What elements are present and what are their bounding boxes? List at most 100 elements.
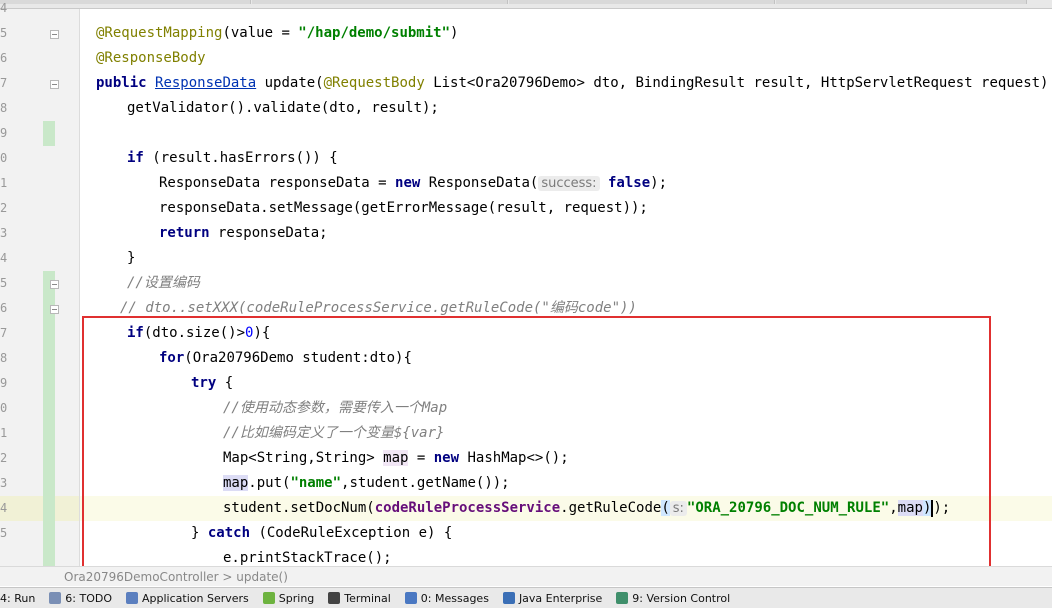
- keyword: false: [608, 175, 651, 191]
- line-number: 4: [0, 251, 8, 265]
- code-text: update(: [256, 75, 324, 91]
- parameter-hint: success:: [538, 176, 600, 191]
- editor-gutter: [0, 9, 80, 566]
- code-line: responseData.setMessage(getErrorMessage(…: [80, 196, 1052, 221]
- code-line: if(dto.size()>0){: [80, 321, 1052, 346]
- code-text: (value =: [222, 25, 299, 41]
- code-line: if (result.hasErrors()) {: [80, 146, 1052, 171]
- editor-tab[interactable]: [0, 0, 251, 4]
- line-number: 7: [0, 326, 8, 340]
- todo-icon: [49, 592, 62, 604]
- code-text: Map<String,String>: [223, 450, 384, 466]
- code-text: ResponseData responseData =: [159, 175, 396, 191]
- code-text: responseData;: [209, 225, 328, 241]
- line-number: 9: [0, 126, 8, 140]
- fold-marker-icon[interactable]: [50, 305, 59, 314]
- code-text: (result.hasErrors()) {: [143, 150, 338, 166]
- line-number: 5: [0, 526, 8, 540]
- toolwindow-todo[interactable]: 6: TODO: [49, 592, 112, 605]
- version-control-icon: [616, 592, 629, 604]
- line-number: 1: [0, 176, 8, 190]
- code-text: List<Ora20796Demo> dto, BindingResult re…: [424, 75, 1052, 91]
- toolwindow-terminal[interactable]: Terminal: [328, 592, 391, 605]
- keyword: new: [395, 175, 421, 191]
- code-line: public ResponseData update(@RequestBody …: [80, 71, 1052, 96]
- comment: //比如编码定义了一个变量${var}: [223, 425, 445, 441]
- keyword: return: [159, 225, 210, 241]
- toolwindow-java-enterprise[interactable]: Java Enterprise: [502, 591, 603, 605]
- code-text: );: [933, 500, 951, 516]
- toolwindow-messages[interactable]: 0: Messages: [404, 592, 489, 605]
- variable-usage: map: [223, 475, 249, 491]
- line-number: 7: [0, 76, 8, 90]
- line-number: 0: [0, 401, 8, 415]
- breadcrumb-text[interactable]: Ora20796DemoController > update(): [64, 570, 288, 584]
- code-editor[interactable]: @RequestMapping(value = "/hap/demo/submi…: [80, 21, 1052, 571]
- breadcrumb[interactable]: Ora20796DemoController > update(): [0, 566, 1052, 586]
- code-text: );: [650, 175, 668, 191]
- code-line: return responseData;: [80, 221, 1052, 246]
- keyword: try: [191, 375, 217, 391]
- keyword: for: [159, 350, 185, 366]
- line-number: 0: [0, 151, 8, 165]
- string-literal: "name": [290, 475, 342, 491]
- line-number: 4: [0, 1, 8, 15]
- toolwindow-label: Java Enterprise: [518, 591, 603, 605]
- code-text: {: [216, 375, 234, 391]
- line-number: 1: [0, 426, 8, 440]
- toolwindow-label: 6: TODO: [65, 591, 113, 605]
- keyword: catch: [207, 525, 251, 541]
- keyword: if: [127, 325, 144, 341]
- code-line: Map<String,String> map = new HashMap<>()…: [80, 446, 1052, 471]
- toolwindow-server[interactable]: Application Servers: [126, 592, 249, 605]
- code-text: responseData.setMessage(getErrorMessage(…: [159, 200, 648, 216]
- code-text: student.setDocNum(: [223, 500, 375, 516]
- code-text: .getRuleCode: [560, 500, 662, 516]
- line-number: 4: [0, 501, 8, 515]
- code-text: (Ora20796Demo student:dto){: [184, 350, 412, 366]
- gutter-caret-line: [0, 496, 80, 521]
- code-text: ResponseData(: [420, 175, 539, 191]
- terminal-icon: [328, 592, 341, 604]
- toolwindow-label: 9: Version Control: [632, 591, 731, 605]
- toolwindow-spring[interactable]: Spring: [262, 592, 314, 605]
- code-text: }: [127, 250, 136, 266]
- line-number: 6: [0, 301, 8, 315]
- code-text: HashMap<>();: [459, 450, 569, 466]
- toolwindow-label: Terminal: [344, 591, 391, 605]
- editor-tab[interactable]: [252, 0, 508, 4]
- spring-icon: [262, 592, 275, 604]
- code-text: =: [408, 450, 434, 466]
- code-line: getValidator().validate(dto, result);: [80, 96, 1052, 121]
- variable-usage: map: [897, 500, 923, 516]
- editor-tab[interactable]: [509, 0, 775, 4]
- toolwindow-label: 4: Run: [0, 591, 36, 605]
- fold-marker-icon[interactable]: [50, 30, 59, 39]
- fold-marker-icon[interactable]: [50, 280, 59, 289]
- line-number: 2: [0, 201, 8, 215]
- code-line: @RequestMapping(value = "/hap/demo/submi…: [80, 21, 1052, 46]
- code-text: ,: [889, 500, 898, 516]
- code-line: //设置编码: [80, 271, 1052, 296]
- toolwindow-run[interactable]: 4: Run: [0, 592, 35, 605]
- line-number: 2: [0, 451, 8, 465]
- code-line: } catch (CodeRuleException e) {: [80, 521, 1052, 546]
- keyword: public: [96, 75, 156, 91]
- code-line: //比如编码定义了一个变量${var}: [80, 421, 1052, 446]
- comment: // dto..setXXX(codeRuleProcessService.ge…: [120, 300, 637, 316]
- keyword: new: [433, 450, 460, 466]
- vcs-change-marker[interactable]: [43, 121, 55, 146]
- tool-window-bar: 4: Run 6: TODO Application Servers Spring Te…: [0, 587, 1052, 608]
- code-line-current[interactable]: student.setDocNum(codeRuleProcessService…: [80, 496, 1052, 521]
- toolwindow-label: Application Servers: [142, 591, 249, 605]
- editor-tab[interactable]: [776, 0, 1027, 4]
- vcs-change-marker[interactable]: [43, 271, 55, 566]
- server-icon: [126, 592, 139, 604]
- toolwindow-version-control[interactable]: 9: Version Control: [616, 592, 730, 605]
- string-literal: "/hap/demo/submit": [298, 25, 451, 41]
- fold-marker-icon[interactable]: [50, 80, 59, 89]
- field-reference: codeRuleProcessService: [374, 500, 561, 516]
- code-text: .put(: [248, 475, 291, 491]
- type-link[interactable]: ResponseData: [155, 75, 256, 91]
